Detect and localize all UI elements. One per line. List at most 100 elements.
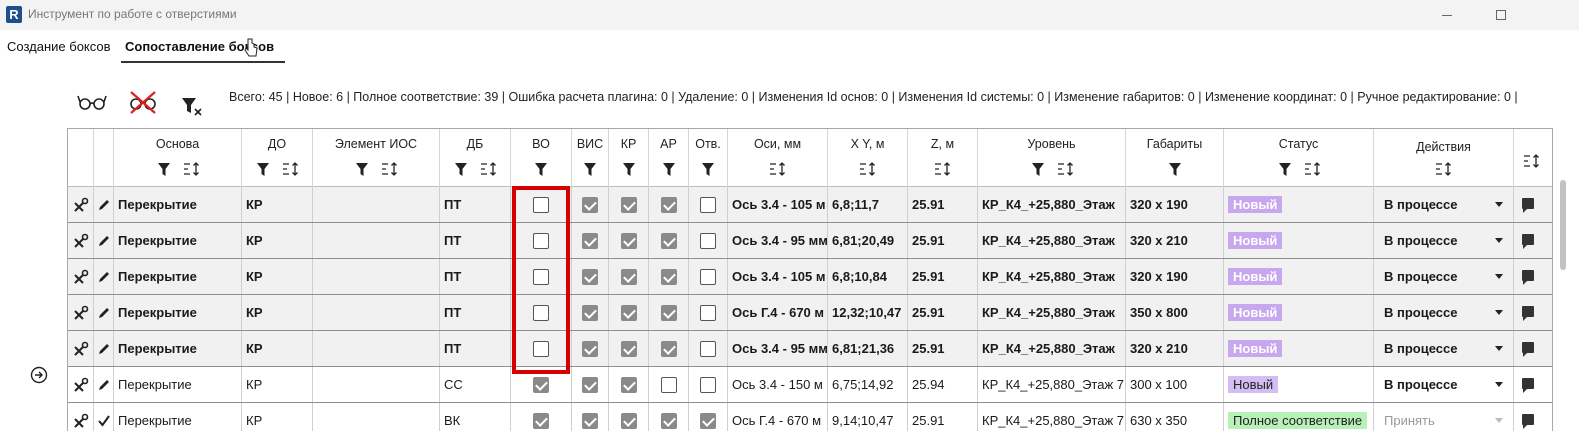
vis-checkbox[interactable] — [582, 232, 598, 249]
sort-icon[interactable] — [281, 159, 301, 179]
chevron-down-icon[interactable] — [1495, 202, 1503, 207]
filter-icon[interactable] — [451, 159, 471, 179]
ar-checkbox[interactable] — [660, 268, 677, 285]
comment-icon[interactable] — [1522, 234, 1534, 249]
pencil-icon[interactable] — [97, 378, 111, 392]
sort-icon[interactable] — [768, 159, 788, 179]
ar-checkbox[interactable] — [660, 376, 677, 393]
filter-icon[interactable] — [531, 159, 551, 179]
tools-crossed-icon[interactable] — [73, 197, 89, 213]
chevron-down-icon[interactable] — [1495, 418, 1503, 423]
action-dropdown[interactable]: В процессе — [1374, 367, 1514, 402]
sort-icon[interactable] — [933, 159, 953, 179]
kr-checkbox[interactable] — [620, 340, 637, 357]
pencil-icon[interactable] — [97, 306, 111, 320]
action-dropdown[interactable]: В процессе — [1374, 187, 1514, 222]
comment-icon[interactable] — [1522, 414, 1534, 429]
comment-icon[interactable] — [1522, 198, 1534, 213]
action-dropdown[interactable]: В процессе — [1374, 259, 1514, 294]
kr-checkbox[interactable] — [620, 196, 637, 213]
kr-checkbox[interactable] — [620, 304, 637, 321]
filter-icon[interactable] — [154, 159, 174, 179]
chevron-down-icon[interactable] — [1495, 310, 1503, 315]
chevron-down-icon[interactable] — [1495, 346, 1503, 351]
tools-crossed-icon[interactable] — [73, 377, 89, 393]
kr-checkbox[interactable] — [620, 412, 637, 429]
filter-icon[interactable] — [1165, 159, 1185, 179]
table-row[interactable]: Перекрытие КР ПТ Ось 3.4 - 95 мм 6,81;21,36 2… — [68, 331, 1552, 367]
action-dropdown[interactable]: В процессе — [1374, 295, 1514, 330]
tools-crossed-icon[interactable] — [73, 413, 89, 429]
filter-icon[interactable] — [253, 159, 273, 179]
chevron-down-icon[interactable] — [1495, 274, 1503, 279]
chevron-down-icon[interactable] — [1495, 238, 1503, 243]
action-dropdown[interactable]: В процессе — [1374, 331, 1514, 366]
maximize-button[interactable] — [1486, 4, 1516, 26]
filter-icon[interactable] — [580, 159, 600, 179]
filter-icon[interactable] — [698, 159, 718, 179]
filter-icon[interactable] — [619, 159, 639, 179]
filter-icon[interactable] — [1275, 159, 1295, 179]
sort-icon[interactable] — [479, 159, 499, 179]
comment-icon[interactable] — [1522, 378, 1534, 393]
vis-checkbox[interactable] — [582, 196, 598, 213]
filter-icon[interactable] — [352, 159, 372, 179]
tools-crossed-icon[interactable] — [73, 269, 89, 285]
sort-icon[interactable] — [380, 159, 400, 179]
table-row[interactable]: Перекрытие КР ПТ Ось 3.4 - 105 м 6,8;11,7 25.… — [68, 187, 1552, 223]
filter-icon[interactable] — [659, 159, 679, 179]
kr-checkbox[interactable] — [620, 268, 637, 285]
arrow-right-circle-icon[interactable] — [30, 366, 48, 384]
ar-checkbox[interactable] — [660, 412, 677, 429]
otv-checkbox[interactable] — [700, 376, 716, 393]
comment-icon[interactable] — [1522, 270, 1534, 285]
comment-icon[interactable] — [1522, 306, 1534, 321]
vis-checkbox[interactable] — [582, 268, 598, 285]
sort-icon[interactable] — [1522, 151, 1542, 171]
kr-checkbox[interactable] — [620, 232, 637, 249]
chevron-down-icon[interactable] — [1495, 382, 1503, 387]
sort-icon[interactable] — [1434, 159, 1454, 179]
otv-checkbox[interactable] — [700, 304, 716, 321]
comment-icon[interactable] — [1522, 342, 1534, 357]
vis-checkbox[interactable] — [582, 376, 598, 393]
vertical-scrollbar[interactable] — [1553, 128, 1579, 431]
sort-icon[interactable] — [858, 159, 878, 179]
scrollbar-thumb[interactable] — [1560, 180, 1566, 270]
tab-create-boxes[interactable]: Создание боксов — [7, 39, 111, 54]
vis-checkbox[interactable] — [582, 304, 598, 321]
sort-icon[interactable] — [182, 159, 202, 179]
ar-checkbox[interactable] — [660, 304, 677, 321]
ar-checkbox[interactable] — [660, 232, 677, 249]
sort-icon[interactable] — [1303, 159, 1323, 179]
glasses-icon[interactable] — [77, 88, 107, 114]
otv-checkbox[interactable] — [700, 232, 716, 249]
vis-checkbox[interactable] — [582, 412, 598, 429]
vis-checkbox[interactable] — [582, 340, 598, 357]
pencil-icon[interactable] — [97, 198, 111, 212]
ar-checkbox[interactable] — [660, 340, 677, 357]
ar-checkbox[interactable] — [660, 196, 677, 213]
tools-crossed-icon[interactable] — [73, 341, 89, 357]
filter-icon[interactable] — [1028, 159, 1048, 179]
vo-checkbox[interactable] — [533, 376, 549, 393]
minimize-button[interactable] — [1432, 4, 1462, 26]
vo-checkbox[interactable] — [533, 412, 549, 429]
action-dropdown[interactable]: Принять — [1374, 403, 1514, 431]
otv-checkbox[interactable] — [700, 340, 716, 357]
sort-icon[interactable] — [1056, 159, 1076, 179]
kr-checkbox[interactable] — [620, 376, 637, 393]
clear-filter-icon[interactable] — [180, 96, 210, 122]
tools-crossed-icon[interactable] — [73, 233, 89, 249]
table-row[interactable]: Перекрытие КР ПТ Ось Г.4 - 670 м 12,32;10,47… — [68, 295, 1552, 331]
table-row[interactable]: Перекрытие КР ВК Ось Г.4 - 670 м 9,14;10,47 2… — [68, 403, 1552, 431]
pencil-icon[interactable] — [97, 342, 111, 356]
table-row[interactable]: Перекрытие КР СС Ось 3.4 - 150 м 6,75;14,92 2… — [68, 367, 1552, 403]
pencil-icon[interactable] — [97, 270, 111, 284]
otv-checkbox[interactable] — [700, 412, 716, 429]
hide-glasses-icon[interactable] — [128, 88, 158, 114]
pencil-icon[interactable] — [97, 234, 111, 248]
table-row[interactable]: Перекрытие КР ПТ Ось 3.4 - 105 м 6,8;10,84 25… — [68, 259, 1552, 295]
otv-checkbox[interactable] — [700, 268, 716, 285]
tools-crossed-icon[interactable] — [73, 305, 89, 321]
